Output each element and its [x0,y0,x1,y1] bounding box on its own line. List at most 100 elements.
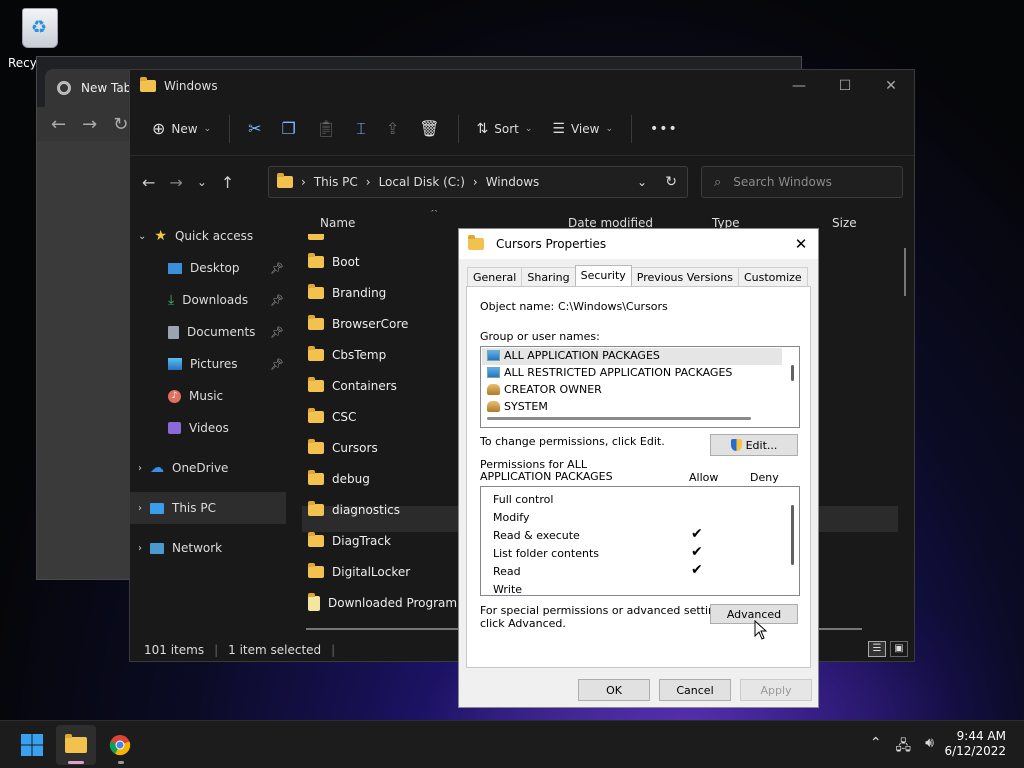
file-row[interactable]: BrowserCore [308,312,408,336]
column-header-size[interactable]: Size [832,216,857,230]
group-item[interactable]: SYSTEM [487,400,548,413]
back-arrow-icon[interactable]: ← [51,114,66,135]
file-row[interactable]: diagnostics [308,498,400,522]
file-row[interactable]: debug [308,467,370,491]
allow-list-folder-check-icon: ✔ [691,544,703,560]
column-header-name[interactable]: Name [320,216,355,230]
file-name: CbsTemp [332,348,387,362]
apply-button[interactable]: Apply [740,679,812,701]
nav-videos[interactable]: Videos [130,412,290,444]
selection-count: 1 item selected [228,643,322,657]
explorer-titlebar[interactable]: Windows — ☐ ✕ [130,70,914,102]
paste-button[interactable]: 📋︎ [306,113,346,144]
nav-downloads[interactable]: ⤓ Downloads 📌︎ [130,284,290,316]
file-row[interactable]: CSC [308,405,356,429]
recent-chevron-icon[interactable]: ⌄ [197,175,207,189]
dialog-title: Cursors Properties [496,237,607,251]
dialog-titlebar[interactable]: Cursors Properties [459,229,818,259]
edit-button[interactable]: Edit... [710,434,798,456]
delete-button[interactable]: 🗑︎ [409,113,449,144]
nav-onedrive[interactable]: › ☁ OneDrive [130,452,290,484]
minimize-icon[interactable]: — [776,70,822,102]
forward-arrow-icon[interactable]: → [82,114,97,135]
rename-icon: ⌶ [356,118,366,138]
file-row[interactable]: Boot [308,250,360,274]
file-row[interactable]: DigitalLocker [308,560,410,584]
ok-button[interactable]: OK [578,679,650,701]
deny-column-label: Deny [750,471,779,484]
share-button[interactable]: ⇪ [376,113,409,144]
nav-this-pc[interactable]: › This PC [130,492,286,524]
folder-icon [308,592,320,611]
start-button[interactable] [12,725,52,765]
forward-arrow-icon[interactable]: → [169,173,182,192]
file-name: Branding [332,286,387,300]
chevron-down-icon: ⌄ [203,123,212,134]
nav-downloads-label: Downloads [182,293,249,307]
rename-button[interactable]: ⌶ [346,113,376,145]
group-item[interactable]: ALL APPLICATION PACKAGES [487,349,660,362]
nav-network[interactable]: › Network [130,532,290,564]
vertical-scrollbar[interactable] [904,248,906,296]
special-permissions-text-line2: click Advanced. [480,617,566,630]
permissions-vscroll[interactable] [791,505,794,565]
reload-icon[interactable]: ↻ [113,114,128,135]
file-row[interactable]: Downloaded Program Fi [308,591,470,615]
nav-quick-access[interactable]: ⌄ ★ Quick access [130,220,290,252]
dialog-close-button[interactable]: ✕ [784,229,818,259]
group-item[interactable]: CREATOR OWNER [487,383,602,396]
folder-icon [65,734,87,753]
search-box[interactable]: ⌕ Search Windows [701,166,903,198]
address-bar[interactable]: › This PC › Local Disk (C:) › Windows ⌄ … [268,166,688,198]
group-item[interactable]: ALL RESTRICTED APPLICATION PACKAGES [487,366,732,379]
maximize-icon[interactable]: ☐ [822,70,868,102]
details-view-icon[interactable]: ☰ [868,641,886,657]
show-hidden-icons-chevron-icon[interactable]: ⌃ [870,735,882,759]
copy-button[interactable]: ❐ [272,113,306,144]
file-name: Boot [332,255,360,269]
group-list-vscroll[interactable] [791,365,794,381]
nav-music[interactable]: ♪ Music [130,380,290,412]
group-list[interactable]: ALL APPLICATION PACKAGES ALL RESTRICTED … [480,346,800,428]
recycle-bin-icon [22,8,58,48]
file-row[interactable]: CbsTemp [308,343,386,367]
new-button[interactable]: ⊕ New ⌄ [142,113,221,144]
group-list-hscroll[interactable] [487,417,751,420]
permission-modify: Modify [493,511,530,524]
nav-pictures[interactable]: Pictures 📌︎ [130,348,290,380]
more-options-button[interactable]: ••• [640,115,688,143]
taskbar-clock[interactable]: 9:44 AM 6/12/2022 [944,729,1006,759]
view-button[interactable]: ☰ View ⌄ [542,115,623,143]
back-arrow-icon[interactable]: ← [142,173,155,192]
file-row[interactable]: Branding [308,281,386,305]
file-name: diagnostics [332,503,401,517]
nav-documents[interactable]: Documents 📌︎ [130,316,290,348]
cut-button[interactable]: ✂ [238,113,271,144]
breadcrumb-this-pc[interactable]: This PC [314,175,358,189]
breadcrumb-windows[interactable]: Windows [486,175,540,189]
tiles-view-icon[interactable]: ▣ [890,641,908,657]
nav-desktop[interactable]: Desktop 📌︎ [130,252,290,284]
file-name: Cursors [332,441,378,455]
permissions-list[interactable]: Full control Modify Read & execute List … [480,486,800,596]
cancel-button[interactable]: Cancel [659,679,731,701]
address-dropdown-icon[interactable]: ⌄ [637,175,647,189]
file-row[interactable]: DiagTrack [308,529,391,553]
computer-icon [150,502,164,514]
taskbar-chrome[interactable] [100,725,140,765]
tab-security[interactable]: Security [574,265,632,287]
permission-write: Write [493,583,523,596]
chevron-right-icon: › [138,542,142,554]
network-icon[interactable]: 🖧︎ [896,735,912,759]
sort-button[interactable]: ⇅ Sort ⌄ [467,115,543,143]
close-icon[interactable]: ✕ [868,70,914,102]
volume-icon[interactable]: 🔊︎ [925,735,934,759]
up-arrow-icon[interactable]: ↑ [221,173,234,192]
breadcrumb-separator: › [301,175,306,189]
breadcrumb-local-disk[interactable]: Local Disk (C:) [379,175,465,189]
refresh-icon[interactable]: ↻ [665,174,677,190]
file-name: CSC [332,410,357,424]
file-row[interactable]: Containers [308,374,397,398]
taskbar-file-explorer[interactable] [56,725,96,765]
file-row[interactable]: Cursors [308,436,378,460]
